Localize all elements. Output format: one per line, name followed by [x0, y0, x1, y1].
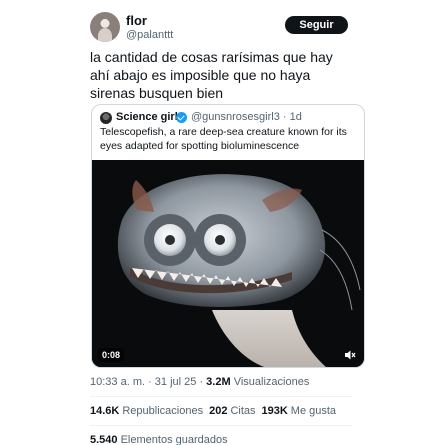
saves-label: Elementos guardados — [120, 434, 228, 445]
likes-stat[interactable]: 193K Me gusta — [262, 405, 337, 417]
post-time[interactable]: 10:33 a. m. · 31 jul 25 · — [90, 376, 206, 388]
saves-count: 5.540 — [90, 434, 118, 445]
telescopefish-image — [92, 160, 364, 367]
engagement-stats: 14.6K Republicaciones 202 Citas 193K Me gus… — [90, 405, 336, 417]
reposts-stat[interactable]: 14.6K Republicaciones — [90, 405, 203, 417]
quoted-text: Telescopefish, a rare deep-sea creature … — [100, 126, 347, 152]
quotes-label: Citas — [230, 405, 256, 417]
verified-icon — [176, 112, 187, 123]
quotes-stat[interactable]: 202 Citas — [209, 405, 255, 417]
saves-stat[interactable]: 5.540 Elementos guardados — [90, 434, 228, 445]
quoted-avatar[interactable] — [100, 112, 112, 124]
likes-count: 193K — [261, 405, 288, 417]
views-count: 3.2M — [206, 376, 231, 388]
divider-bottom — [90, 425, 352, 426]
author-name[interactable]: flor — [126, 13, 147, 28]
avatar[interactable] — [90, 12, 120, 42]
quoted-meta: @gunsnrosesgirl3 · 1d — [191, 111, 302, 123]
follow-button[interactable]: Seguir — [285, 16, 348, 34]
quoted-tweet[interactable]: Science girl @gunsnrosesgirl3 · 1d Teles… — [91, 104, 365, 368]
divider-top — [90, 396, 352, 397]
quotes-count: 202 — [209, 405, 228, 417]
video-duration: 0:08 — [98, 348, 125, 362]
likes-label: Me gusta — [290, 405, 337, 417]
reposts-label: Republicaciones — [122, 405, 204, 417]
video-player[interactable]: 0:08 — [92, 160, 364, 367]
quoted-author-name[interactable]: Science girl — [116, 111, 178, 123]
mute-icon[interactable] — [344, 349, 356, 361]
author-handle[interactable]: @palanttt — [126, 29, 173, 41]
reposts-count: 14.6K — [90, 405, 120, 417]
tweet-timestamp: 10:33 a. m. · 31 jul 25 · 3.2M Visualiza… — [90, 376, 309, 388]
views-label: Visualizaciones — [233, 376, 310, 388]
tweet-text: la cantidad de cosas rarísimas que hay a… — [90, 49, 333, 101]
